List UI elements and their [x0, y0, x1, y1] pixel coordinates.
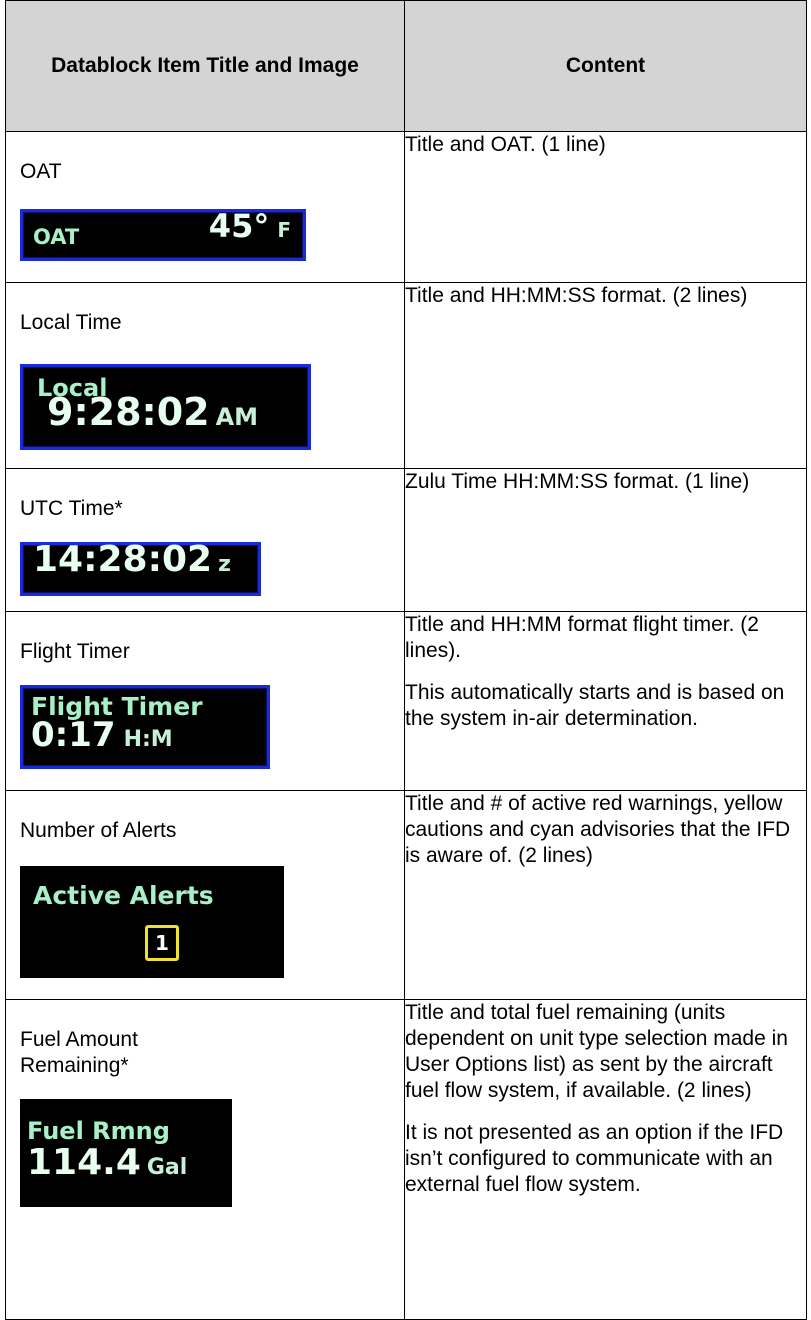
content-text: Zulu Time HH:MM:SS format. (1 line): [405, 470, 750, 493]
active-alerts-display: Active Alerts 1: [20, 866, 284, 978]
display-unit: AM: [215, 403, 259, 431]
content-text: Title and OAT. (1 line): [405, 133, 606, 156]
flight-timer-display: Flight Timer 0:17 H:M: [20, 685, 270, 769]
display-unit: H:M: [123, 727, 173, 752]
local-time-display: Local 9:28:02 AM: [20, 364, 311, 450]
table-row: Local Time Local 9:28:02 AM Title and HH:…: [5, 282, 807, 469]
item-cell: OAT OAT 45° F: [5, 131, 405, 283]
content-cell: Title and OAT. (1 line): [404, 131, 807, 283]
content-cell: Title and # of active red warnings, yell…: [404, 790, 807, 1000]
header-col2: Content: [404, 0, 807, 132]
display-value-wrap: 114.4 Gal: [27, 1145, 188, 1181]
content-cell: Title and HH:MM format flight timer. (2 …: [404, 611, 807, 791]
table-row: OAT OAT 45° F Title and OAT. (1 line): [5, 131, 807, 283]
content-cell: Zulu Time HH:MM:SS format. (1 line): [404, 468, 807, 612]
table-row: UTC Time* 14:28:02 z Zulu Time HH:MM:SS f…: [5, 468, 807, 612]
display-label: Active Alerts: [33, 881, 214, 910]
item-title: UTC Time*: [20, 497, 123, 520]
display-label: OAT: [33, 225, 80, 249]
display-label: Fuel Rmng: [27, 1117, 170, 1145]
display-value: 0:17: [31, 715, 116, 755]
display-value-wrap: 14:28:02 z: [33, 542, 231, 578]
fuel-remaining-display: Fuel Rmng 114.4 Gal: [20, 1099, 232, 1207]
datablock-table: Datablock Item Title and Image Content O…: [5, 0, 807, 1320]
header-row: Datablock Item Title and Image Content: [5, 0, 807, 132]
utc-time-display: 14:28:02 z: [20, 542, 261, 596]
item-title: Flight Timer: [20, 640, 130, 663]
oat-display: OAT 45° F: [20, 209, 306, 261]
item-cell: Flight Timer Flight Timer 0:17 H:M: [5, 611, 405, 791]
content-text: Title and # of active red warnings, yell…: [405, 792, 791, 867]
display-value-wrap: 9:28:02 AM: [47, 393, 259, 431]
display-value-wrap: 45° F: [209, 210, 291, 243]
item-title: OAT: [20, 160, 62, 183]
table-row: Flight Timer Flight Timer 0:17 H:M Title …: [5, 611, 807, 791]
display-unit: F: [277, 218, 291, 242]
display-value: 114.4: [27, 1142, 141, 1183]
table-row: Fuel Amount Remaining* Fuel Rmng 114.4 Ga…: [5, 999, 807, 1320]
content-text: It is not presented as an option if the …: [405, 1121, 784, 1196]
header-col1: Datablock Item Title and Image: [5, 0, 405, 132]
item-title: Fuel Amount Remaining*: [20, 1028, 138, 1077]
content-text: Title and total fuel remaining (units de…: [405, 1001, 788, 1102]
content-text: Title and HH:MM:SS format. (2 lines): [405, 284, 748, 307]
display-unit: Gal: [146, 1155, 188, 1180]
table-row: Number of Alerts Active Alerts 1 Title a…: [5, 790, 807, 1000]
item-cell: UTC Time* 14:28:02 z: [5, 468, 405, 612]
display-value-wrap: 0:17 H:M: [31, 718, 173, 753]
display-value: 9:28:02: [47, 390, 210, 434]
item-cell: Local Time Local 9:28:02 AM: [5, 282, 405, 469]
content-text: Title and HH:MM format flight timer. (2 …: [405, 613, 759, 662]
display-unit: z: [218, 552, 231, 577]
content-cell: Title and HH:MM:SS format. (2 lines): [404, 282, 807, 469]
item-title: Number of Alerts: [20, 819, 177, 842]
item-title: Local Time: [20, 311, 122, 334]
item-cell: Fuel Amount Remaining* Fuel Rmng 114.4 Ga…: [5, 999, 405, 1320]
item-cell: Number of Alerts Active Alerts 1: [5, 790, 405, 1000]
content-cell: Title and total fuel remaining (units de…: [404, 999, 807, 1320]
content-text: This automatically starts and is based o…: [405, 681, 785, 730]
display-value: 45°: [208, 207, 270, 245]
display-value: 14:28:02: [33, 539, 213, 580]
alert-count-badge: 1: [145, 925, 179, 961]
